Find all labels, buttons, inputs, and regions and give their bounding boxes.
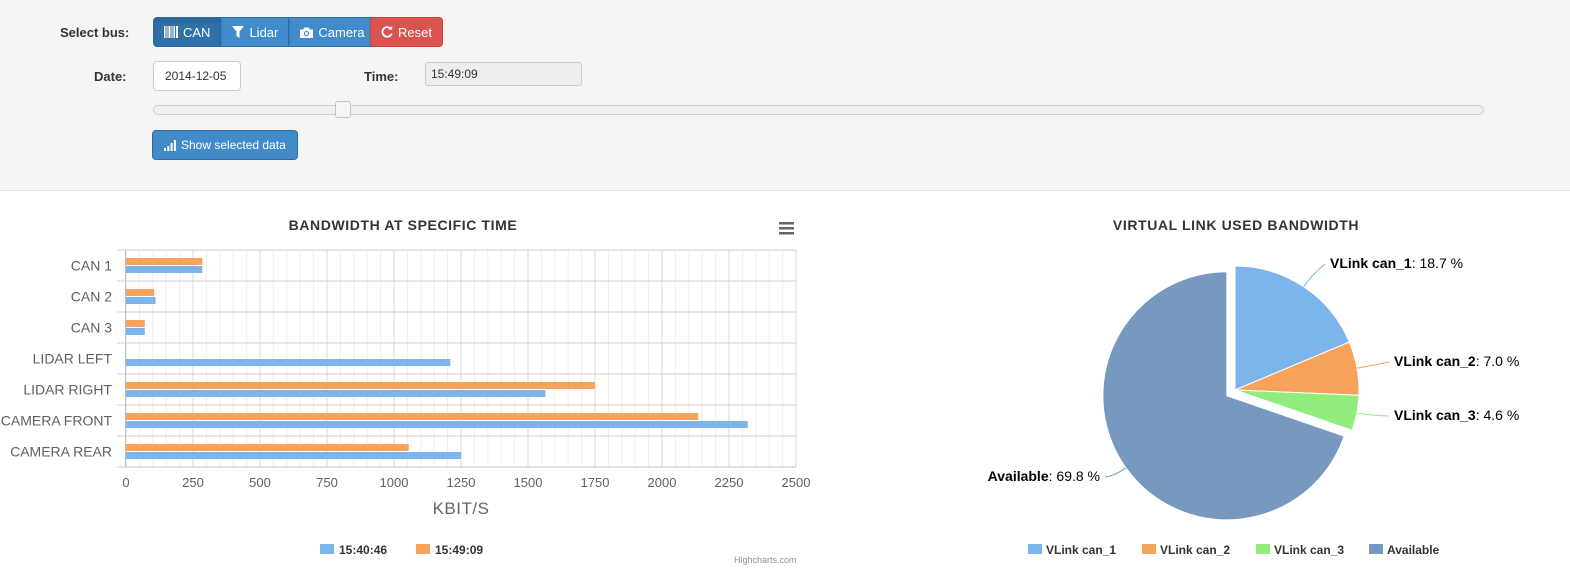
lidar-bus-label: Lidar [249, 24, 279, 40]
category-label: CAMERA FRONT [1, 413, 113, 429]
vlink-pie-chart: VIRTUAL LINK USED BANDWIDTH VLink can_1:… [930, 192, 1570, 571]
pie-legend-label: Available [1387, 543, 1440, 557]
bar-1[interactable] [126, 297, 156, 304]
select-bus-label: Select bus: [60, 25, 130, 40]
vlink-pie-chart-svg: VIRTUAL LINK USED BANDWIDTH VLink can_1:… [988, 217, 1520, 557]
bar-1[interactable] [126, 452, 461, 459]
x-tick-label: 0 [122, 475, 129, 490]
pie-legend-label: VLink can_3 [1274, 543, 1344, 557]
highcharts-credits-link[interactable]: Highcharts.com [734, 555, 797, 565]
x-tick-label: 1750 [581, 475, 610, 490]
time-input: 15:49:09 [425, 62, 582, 86]
legend-swatch-series-1 [320, 544, 334, 554]
time-label: Time: [364, 69, 399, 84]
category-label: CAN 1 [71, 258, 112, 274]
legend-swatch-series-2 [416, 544, 430, 554]
pie-legend-label: VLink can_2 [1160, 543, 1230, 557]
bar-1[interactable] [126, 421, 748, 428]
bandwidth-bar-chart: BANDWIDTH AT SPECIFIC TIME CAN 1 CAN 2 CAN… [0, 192, 811, 571]
bar-2[interactable] [126, 289, 155, 296]
pie-legend-swatch [1028, 544, 1042, 554]
date-label: Date: [94, 69, 127, 84]
show-selected-data-button[interactable]: Show selected data [152, 130, 298, 160]
bar-1[interactable] [126, 266, 203, 273]
category-label: CAMERA REAR [10, 444, 112, 460]
x-tick-label: 2000 [648, 475, 677, 490]
x-tick-label: 2500 [782, 475, 810, 490]
reset-label: Reset [398, 24, 432, 40]
x-tick-label: 1500 [514, 475, 543, 490]
bandwidth-bar-chart-svg: BANDWIDTH AT SPECIFIC TIME CAN 1 CAN 2 CAN… [1, 216, 811, 557]
date-input[interactable]: 2014-12-05 [153, 61, 241, 91]
camera-icon [300, 27, 314, 38]
pie-legend-item-1[interactable]: VLink can_1 [1028, 543, 1116, 557]
bus-button-group: CAN Lidar Camera [153, 17, 376, 47]
reset-button[interactable]: Reset [370, 17, 443, 47]
camera-bus-label: Camera [318, 24, 365, 40]
category-label: LIDAR LEFT [33, 351, 113, 367]
pie-legend-item-2[interactable]: VLink can_2 [1142, 543, 1230, 557]
legend-item-series-1[interactable]: 15:40:46 [320, 543, 387, 557]
signal-icon [164, 139, 176, 151]
pie-data-label: VLink can_1: 18.7 % [1330, 255, 1463, 271]
pie-data-label: Available: 69.8 % [988, 468, 1100, 484]
x-tick-label: 1250 [447, 475, 476, 490]
pie-legend-swatch [1256, 544, 1270, 554]
barcode-icon [164, 26, 178, 38]
bar-1[interactable] [126, 328, 145, 335]
x-tick-label: 250 [182, 475, 204, 490]
x-tick-label: 750 [316, 475, 338, 490]
bar-2[interactable] [126, 444, 409, 451]
category-label: CAN 3 [71, 320, 112, 336]
bar-1[interactable] [126, 359, 451, 366]
pie-chart-title: VIRTUAL LINK USED BANDWIDTH [1113, 217, 1359, 233]
category-label: LIDAR RIGHT [23, 382, 112, 398]
legend-label-series-2: 15:49:09 [435, 543, 483, 557]
lidar-bus-button[interactable]: Lidar [221, 17, 290, 47]
bar-1[interactable] [126, 390, 546, 397]
category-label: CAN 2 [71, 289, 112, 305]
x-tick-label: 2250 [715, 475, 744, 490]
control-panel: Select bus: CAN Lidar Camera Reset Date:… [0, 0, 1570, 191]
filter-icon [232, 26, 245, 38]
can-bus-label: CAN [183, 24, 211, 40]
refresh-icon [381, 26, 393, 38]
pie-legend-swatch [1142, 544, 1156, 554]
bar-2[interactable] [126, 258, 203, 265]
can-bus-button[interactable]: CAN [153, 17, 222, 47]
pie-legend-label: VLink can_1 [1046, 543, 1116, 557]
camera-bus-button[interactable]: Camera [289, 17, 376, 47]
pie-legend-item-4[interactable]: Available [1369, 543, 1440, 557]
pie-data-label: VLink can_2: 7.0 % [1394, 353, 1519, 369]
legend-label-series-1: 15:40:46 [339, 543, 387, 557]
bar-2[interactable] [126, 320, 145, 327]
bar-2[interactable] [126, 413, 699, 420]
pie-data-label: VLink can_3: 4.6 % [1394, 407, 1519, 423]
hamburger-menu-icon[interactable] [772, 216, 800, 238]
bar-chart-title: BANDWIDTH AT SPECIFIC TIME [289, 217, 518, 233]
time-slider[interactable] [153, 101, 1484, 118]
pie-legend-swatch [1369, 544, 1383, 554]
bar-chart-xaxis-title: KBIT/S [433, 499, 490, 518]
x-tick-label: 1000 [380, 475, 409, 490]
legend-item-series-2[interactable]: 15:49:09 [416, 543, 483, 557]
time-slider-handle[interactable] [334, 101, 351, 118]
show-selected-data-label: Show selected data [181, 138, 286, 152]
x-tick-label: 500 [249, 475, 271, 490]
pie-legend-item-3[interactable]: VLink can_3 [1256, 543, 1344, 557]
bar-2[interactable] [126, 382, 595, 389]
